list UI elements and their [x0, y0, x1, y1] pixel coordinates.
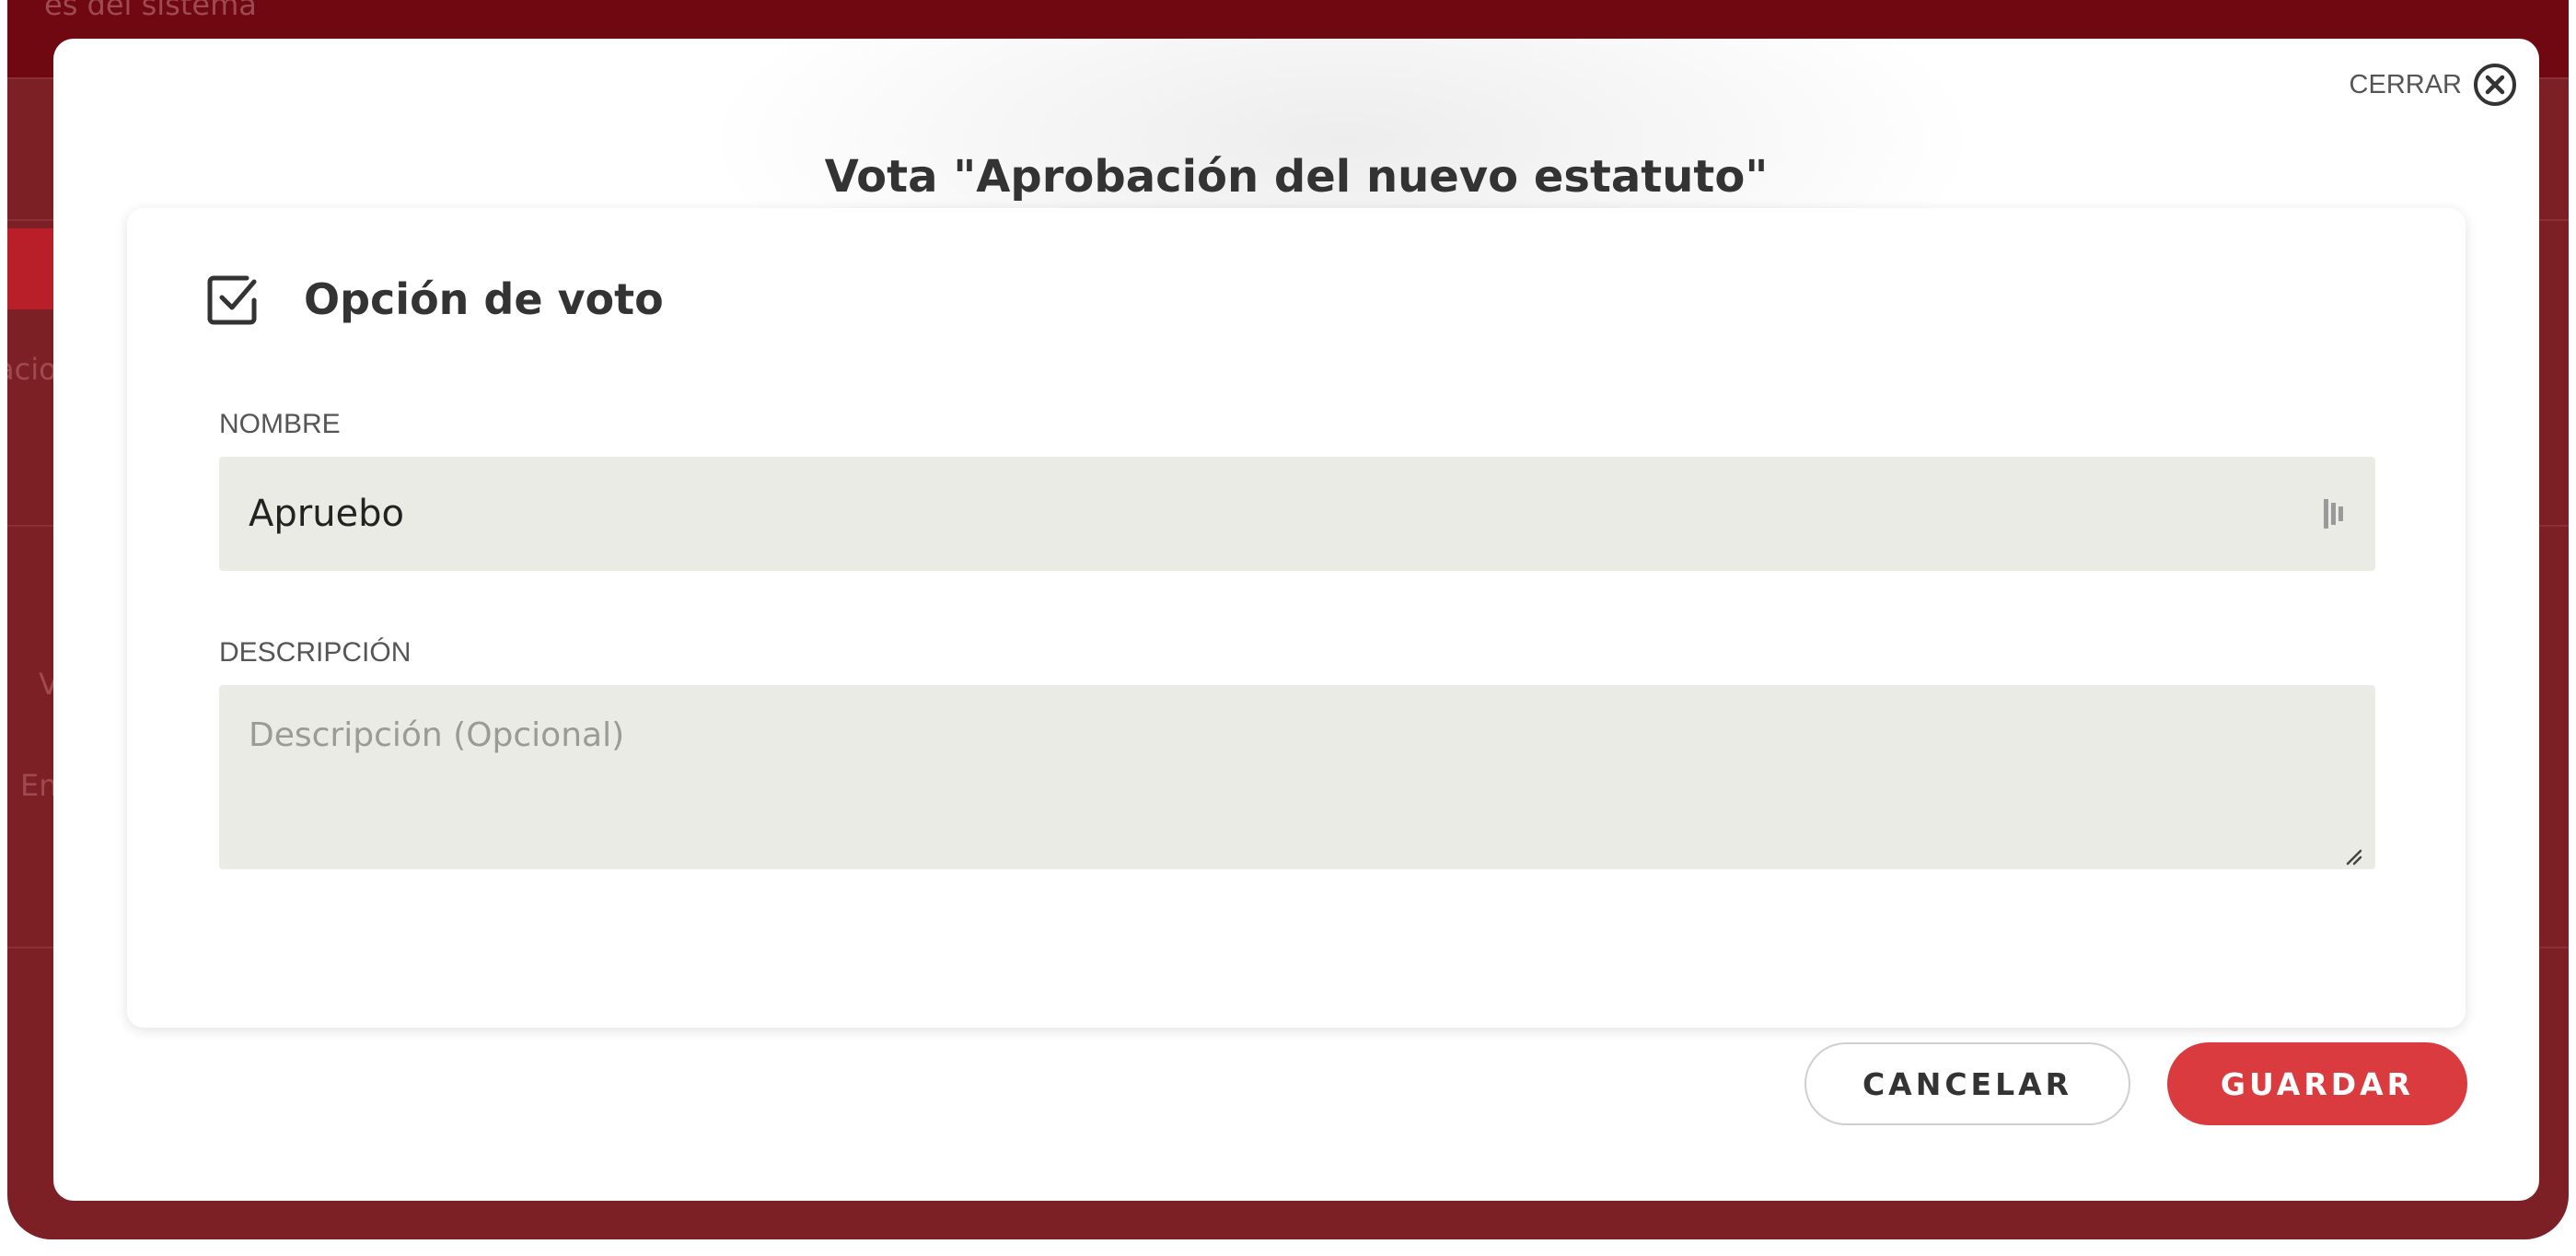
modal-title: Vota "Aprobación del nuevo estatuto" [824, 151, 1769, 203]
description-placeholder: Descripción (Opcional) [249, 716, 625, 754]
checkbox-checked-icon [206, 273, 260, 326]
close-circle-icon [2473, 63, 2517, 107]
resize-handle-icon[interactable] [2342, 836, 2362, 866]
description-textarea[interactable]: Descripción (Opcional) [219, 685, 2375, 869]
background-header-text: es del sistema [44, 0, 257, 22]
close-button[interactable]: CERRAR [2350, 63, 2517, 107]
autofill-icon[interactable] [2322, 497, 2350, 530]
card-title: Opción de voto [304, 274, 664, 324]
cancel-button[interactable]: CANCELAR [1804, 1042, 2130, 1125]
save-button[interactable]: GUARDAR [2167, 1042, 2467, 1125]
name-input[interactable]: Apruebo [219, 457, 2375, 571]
vote-option-card: Opción de voto NOMBRE Apruebo DESCRIPCIÓ… [127, 208, 2466, 1028]
card-header: Opción de voto [206, 273, 664, 326]
background-text: En [20, 768, 58, 803]
name-input-value: Apruebo [249, 493, 405, 535]
close-label: CERRAR [2349, 69, 2462, 99]
background-text: acio [7, 352, 57, 387]
vote-option-modal: CERRAR Vota "Aprobación del nuevo estatu… [53, 39, 2539, 1201]
name-label: NOMBRE [219, 409, 341, 439]
description-label: DESCRIPCIÓN [219, 637, 412, 668]
